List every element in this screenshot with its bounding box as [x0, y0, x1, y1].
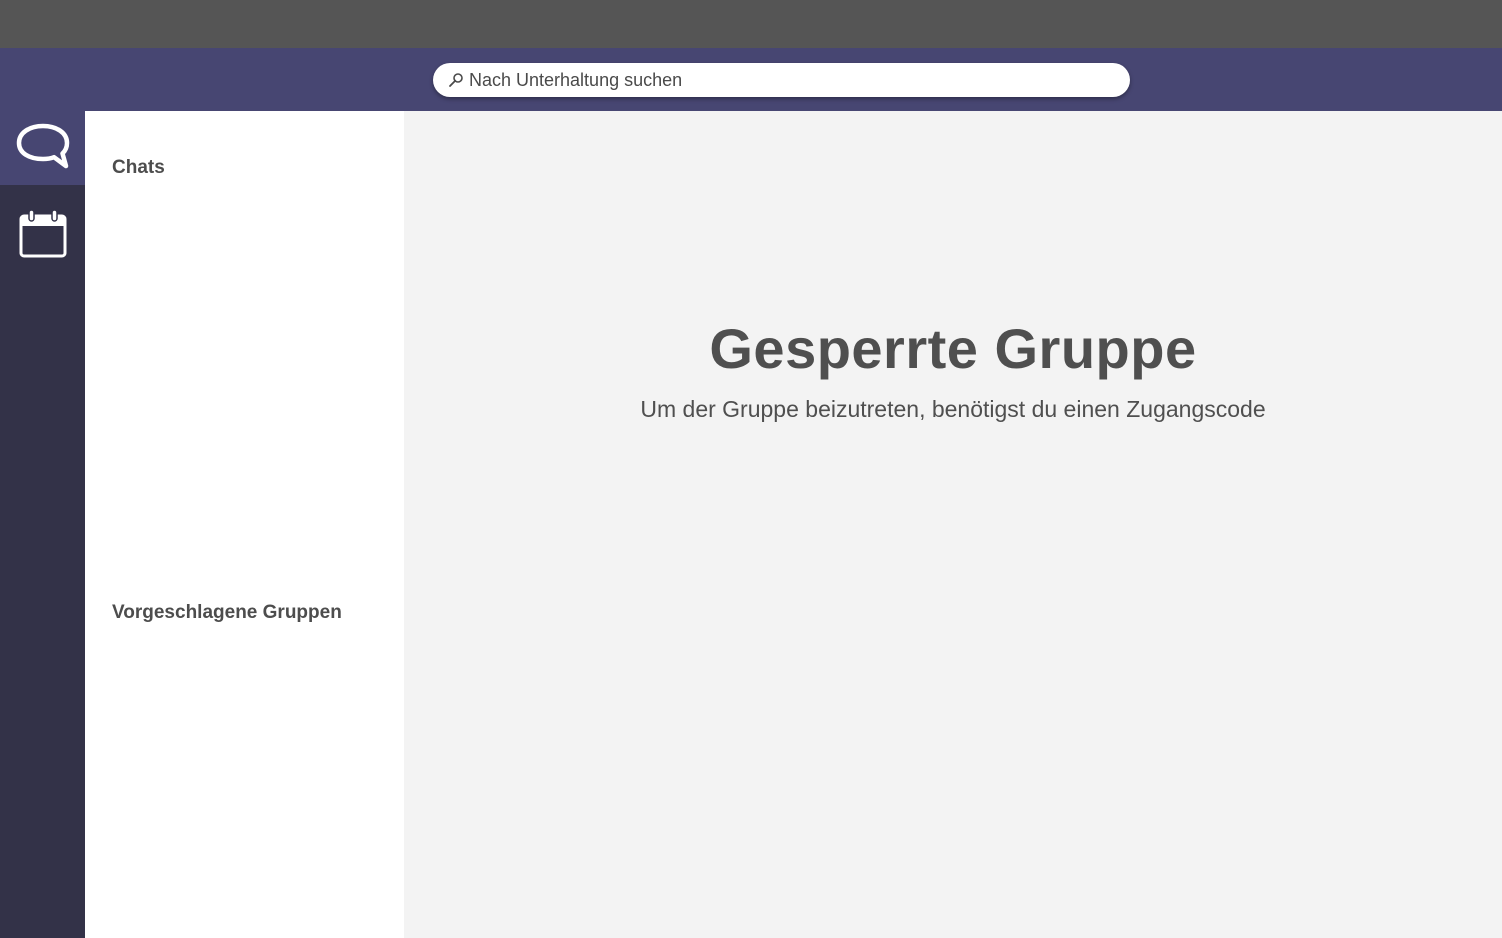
nav-rail [0, 111, 85, 938]
nav-item-calendar[interactable] [0, 203, 85, 269]
main-content: Gesperrte Gruppe Um der Gruppe beizutret… [404, 111, 1502, 938]
chat-bubble-icon [16, 122, 70, 175]
search-bar[interactable] [433, 63, 1130, 97]
search-input[interactable] [469, 69, 1069, 91]
locked-group-subtitle: Um der Gruppe beizutreten, benötigst du … [640, 396, 1266, 422]
top-bar [0, 48, 1502, 111]
conversation-sidebar: Chats Vorgeschlagene Gruppen [85, 111, 404, 938]
window-titlebar [0, 0, 1502, 48]
magnifier-icon [447, 71, 465, 89]
chats-heading: Chats [112, 157, 165, 178]
suggested-groups-heading: Vorgeschlagene Gruppen [112, 602, 342, 623]
nav-item-chats[interactable] [0, 111, 85, 185]
locked-group-title: Gesperrte Gruppe [709, 317, 1197, 380]
calendar-icon [18, 208, 68, 265]
